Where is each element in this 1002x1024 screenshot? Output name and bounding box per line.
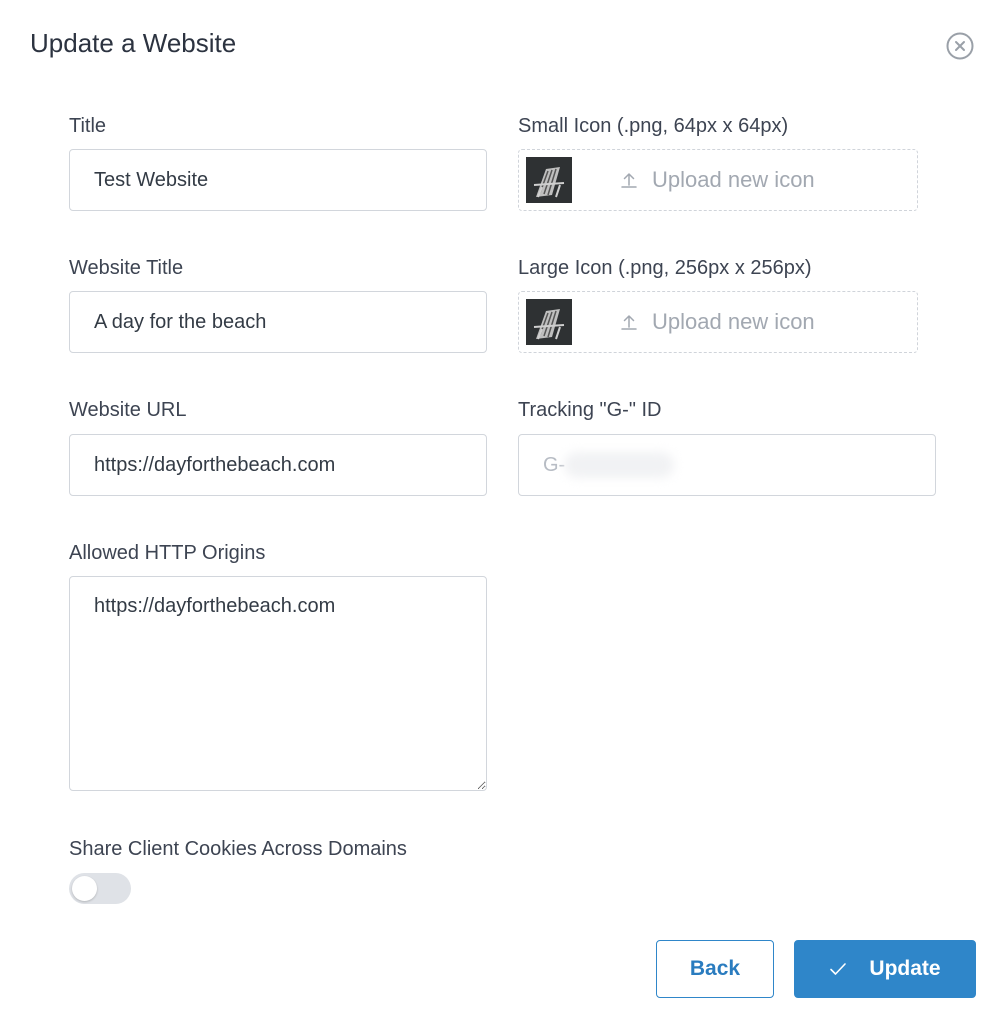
small-icon-thumbnail — [526, 157, 572, 203]
redacted-blur — [564, 452, 674, 478]
share-cookies-label: Share Client Cookies Across Domains — [69, 838, 407, 860]
website-title-input[interactable] — [69, 291, 487, 353]
update-button-label: Update — [869, 957, 941, 980]
tracking-id-field — [518, 434, 936, 496]
small-icon-upload[interactable]: Upload new icon — [518, 149, 918, 211]
title-input[interactable] — [69, 149, 487, 211]
close-icon[interactable] — [945, 31, 975, 61]
website-url-label: Website URL — [69, 399, 187, 421]
dialog-title: Update a Website — [30, 28, 237, 58]
small-icon-label: Small Icon (.png, 64px x 64px) — [518, 115, 789, 137]
upload-icon — [621, 173, 637, 188]
large-icon-upload[interactable]: Upload new icon — [518, 291, 918, 353]
share-cookies-toggle[interactable] — [69, 873, 131, 904]
website-url-input[interactable] — [69, 434, 487, 496]
tracking-id-label: Tracking "G-" ID — [518, 399, 662, 421]
update-button[interactable]: Update — [794, 940, 976, 998]
back-button[interactable]: Back — [656, 940, 774, 998]
allowed-origins-textarea[interactable]: https://dayforthebeach.com — [69, 576, 487, 791]
checkmark-icon — [830, 963, 847, 975]
website-title-label: Website Title — [69, 257, 184, 279]
update-website-dialog: Update a Website Title Website Title Web… — [0, 0, 1002, 1024]
upload-icon — [621, 315, 637, 330]
small-icon-upload-text: Upload new icon — [652, 167, 815, 192]
toggle-knob — [72, 876, 97, 901]
large-icon-thumbnail — [526, 299, 572, 345]
large-icon-upload-text: Upload new icon — [652, 309, 815, 334]
title-label: Title — [69, 115, 107, 137]
large-icon-label: Large Icon (.png, 256px x 256px) — [518, 257, 812, 279]
allowed-origins-label: Allowed HTTP Origins — [69, 542, 266, 564]
